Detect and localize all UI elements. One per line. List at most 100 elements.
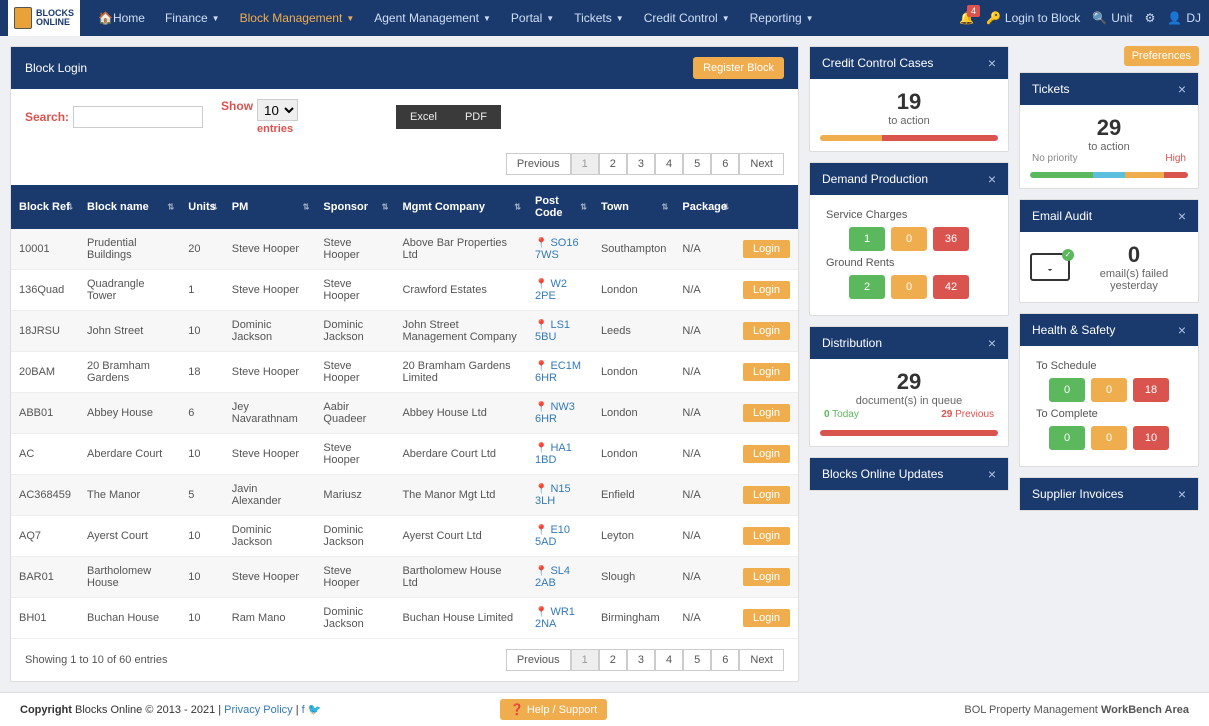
- chevron-down-icon: ▼: [483, 14, 491, 23]
- close-icon[interactable]: ×: [1178, 81, 1186, 97]
- pager-4[interactable]: 4: [655, 649, 683, 671]
- register-block-button[interactable]: Register Block: [693, 57, 784, 79]
- pager-1[interactable]: 1: [571, 649, 599, 671]
- user-menu[interactable]: 👤 DJ: [1167, 11, 1201, 25]
- pager-previous[interactable]: Previous: [506, 153, 571, 175]
- table-row: 136QuadQuadrangle Tower1Steve HooperStev…: [11, 270, 798, 311]
- col-mgmt-company[interactable]: Mgmt Company⇅: [394, 185, 527, 229]
- show-label: Show: [221, 99, 253, 113]
- check-icon: ✓: [1062, 249, 1074, 261]
- nav-item-credit-control[interactable]: Credit Control ▼: [634, 0, 740, 36]
- unit-search[interactable]: 🔍 Unit: [1092, 11, 1132, 25]
- nav-item-agent-management[interactable]: Agent Management ▼: [364, 0, 501, 36]
- pager-next[interactable]: Next: [739, 649, 784, 671]
- nav-item-finance[interactable]: Finance ▼: [155, 0, 230, 36]
- col-package[interactable]: Package⇅: [674, 185, 735, 229]
- map-pin-icon: 📍: [535, 443, 547, 454]
- distribution-widget: Distribution× 29 document(s) in queue 0 …: [809, 326, 1009, 447]
- col-town[interactable]: Town⇅: [593, 185, 674, 229]
- export-excel-button[interactable]: Excel: [396, 105, 451, 129]
- close-icon[interactable]: ×: [1178, 486, 1186, 502]
- close-icon[interactable]: ×: [988, 171, 996, 187]
- sort-icon: ⇅: [662, 203, 669, 212]
- row-login-button[interactable]: Login: [743, 404, 790, 422]
- health-safety-widget: Health & Safety× To Schedule 0 0 18 To C…: [1019, 313, 1199, 467]
- pager-previous[interactable]: Previous: [506, 649, 571, 671]
- preferences-button[interactable]: Preferences: [1124, 46, 1199, 66]
- map-pin-icon: 📍: [535, 238, 547, 249]
- table-row: 20BAM20 Bramham Gardens18Steve HooperSte…: [11, 352, 798, 393]
- pager-5[interactable]: 5: [683, 153, 711, 175]
- facebook-icon[interactable]: f: [302, 704, 305, 716]
- row-login-button[interactable]: Login: [743, 568, 790, 586]
- nav-item-block-management[interactable]: Block Management ▼: [230, 0, 365, 36]
- gr-red[interactable]: 42: [933, 275, 969, 299]
- close-icon[interactable]: ×: [988, 335, 996, 351]
- sort-icon: ⇅: [580, 203, 587, 212]
- close-icon[interactable]: ×: [988, 466, 996, 482]
- sc-green[interactable]: 1: [849, 227, 885, 251]
- close-icon[interactable]: ×: [988, 55, 996, 71]
- table-row: 10001Prudential Buildings20Steve HooperS…: [11, 229, 798, 270]
- row-login-button[interactable]: Login: [743, 445, 790, 463]
- gr-green[interactable]: 2: [849, 275, 885, 299]
- col-post-code[interactable]: Post Code⇅: [527, 185, 593, 229]
- row-login-button[interactable]: Login: [743, 281, 790, 299]
- row-login-button[interactable]: Login: [743, 240, 790, 258]
- pager-1[interactable]: 1: [571, 153, 599, 175]
- col-pm[interactable]: PM⇅: [224, 185, 316, 229]
- row-login-button[interactable]: Login: [743, 609, 790, 627]
- top-nav: BLOCKS ONLINE 🏠 HomeFinance ▼Block Manag…: [0, 0, 1209, 36]
- pager-2[interactable]: 2: [599, 153, 627, 175]
- close-icon[interactable]: ×: [1178, 322, 1186, 338]
- chevron-down-icon: ▼: [806, 14, 814, 23]
- close-icon[interactable]: ×: [1178, 208, 1186, 224]
- settings-gear[interactable]: ⚙: [1145, 11, 1156, 25]
- nav-item-portal[interactable]: Portal ▼: [501, 0, 564, 36]
- alerts-bell[interactable]: 🔔 4: [959, 11, 974, 25]
- brand-logo[interactable]: BLOCKS ONLINE: [8, 0, 80, 36]
- pager-3[interactable]: 3: [627, 649, 655, 671]
- pager-4[interactable]: 4: [655, 153, 683, 175]
- col-block-ref[interactable]: Block Ref⇅: [11, 185, 79, 229]
- supplier-invoices-widget: Supplier Invoices×: [1019, 477, 1199, 511]
- search-input[interactable]: [73, 106, 203, 128]
- row-login-button[interactable]: Login: [743, 363, 790, 381]
- col-actions[interactable]: [735, 185, 798, 229]
- chevron-down-icon: ▼: [546, 14, 554, 23]
- sort-icon: ⇅: [722, 203, 729, 212]
- row-login-button[interactable]: Login: [743, 322, 790, 340]
- row-login-button[interactable]: Login: [743, 486, 790, 504]
- pager-next[interactable]: Next: [739, 153, 784, 175]
- map-pin-icon: 📍: [535, 607, 547, 618]
- col-sponsor[interactable]: Sponsor⇅: [315, 185, 394, 229]
- privacy-link[interactable]: Privacy Policy: [224, 704, 292, 716]
- col-units[interactable]: Units⇅: [180, 185, 224, 229]
- export-pdf-button[interactable]: PDF: [451, 105, 501, 129]
- pager-6[interactable]: 6: [711, 649, 739, 671]
- gr-amber[interactable]: 0: [891, 275, 927, 299]
- chevron-down-icon: ▼: [616, 14, 624, 23]
- nav-item-reporting[interactable]: Reporting ▼: [740, 0, 824, 36]
- nav-item-home[interactable]: 🏠 Home: [88, 0, 155, 36]
- map-pin-icon: 📍: [535, 525, 547, 536]
- twitter-icon[interactable]: 🐦: [308, 704, 322, 716]
- pager-6[interactable]: 6: [711, 153, 739, 175]
- email-audit-widget: Email Audit× ✓ 0 email(s) failed yesterd…: [1019, 199, 1199, 303]
- nav-item-tickets[interactable]: Tickets ▼: [564, 0, 633, 36]
- row-login-button[interactable]: Login: [743, 527, 790, 545]
- page-length-select[interactable]: 10: [257, 99, 298, 121]
- table-row: ABB01Abbey House6Jey NavarathnamAabir Qu…: [11, 393, 798, 434]
- dist-count: 29: [820, 369, 998, 395]
- sc-red[interactable]: 36: [933, 227, 969, 251]
- credit-control-widget: Credit Control Cases× 19 to action: [809, 46, 1009, 152]
- col-block-name[interactable]: Block name⇅: [79, 185, 180, 229]
- help-button[interactable]: ❓ Help / Support: [500, 699, 607, 720]
- pager-2[interactable]: 2: [599, 649, 627, 671]
- sc-amber[interactable]: 0: [891, 227, 927, 251]
- chevron-down-icon: ▼: [346, 14, 354, 23]
- pager-5[interactable]: 5: [683, 649, 711, 671]
- pager-3[interactable]: 3: [627, 153, 655, 175]
- login-to-block-link[interactable]: 🔑 Login to Block: [986, 11, 1080, 25]
- search-label: Search:: [25, 110, 69, 124]
